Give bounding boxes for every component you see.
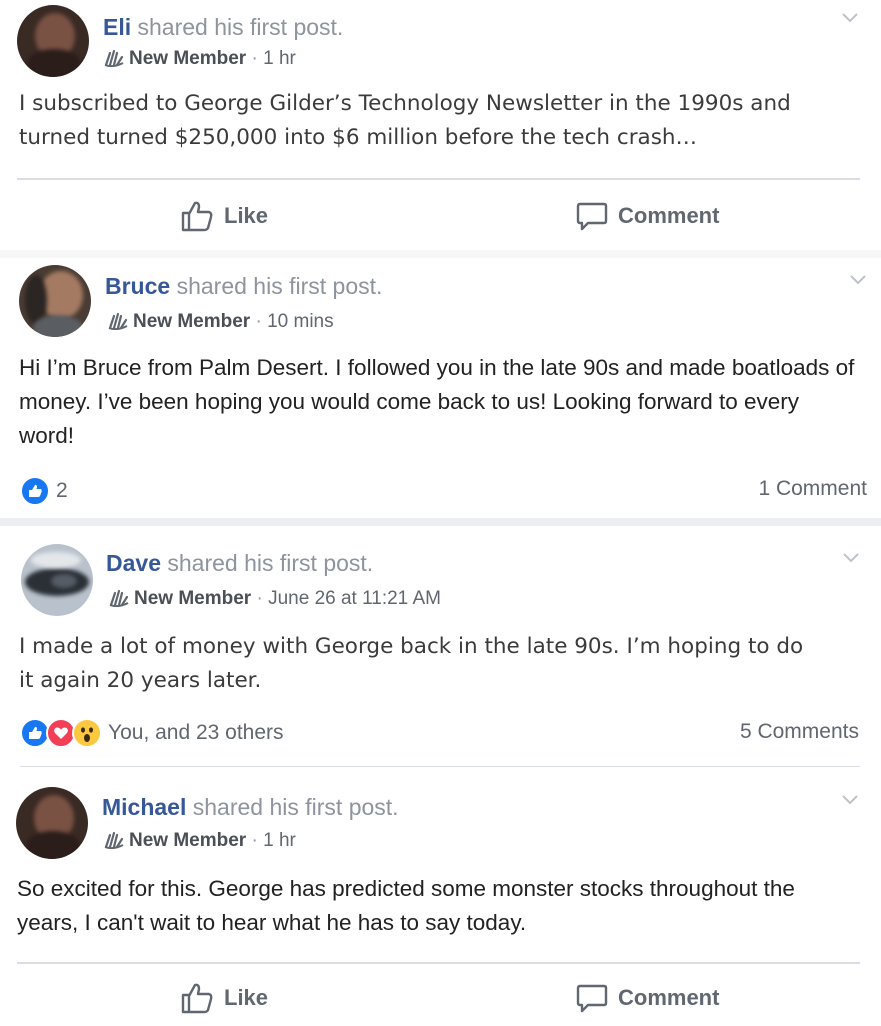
member-badge: New Member bbox=[129, 48, 247, 69]
like-button[interactable]: Like bbox=[180, 200, 268, 232]
comment-label: Comment bbox=[618, 985, 720, 1010]
post-meta: New Member · 1 hr bbox=[102, 47, 296, 70]
avatar[interactable] bbox=[17, 5, 89, 77]
post-header: Eli shared his first post. bbox=[103, 14, 343, 41]
separator: · bbox=[255, 311, 262, 332]
post-meta: New Member · 1 hr bbox=[102, 829, 296, 852]
reaction-summary[interactable]: 2 bbox=[20, 476, 68, 506]
post-header: Dave shared his first post. bbox=[106, 550, 373, 577]
comment-button[interactable]: Comment bbox=[576, 982, 719, 1014]
comment-icon bbox=[576, 984, 608, 1013]
chevron-down-icon[interactable] bbox=[842, 552, 860, 564]
chevron-down-icon[interactable] bbox=[849, 274, 867, 286]
post-text: So excited for this. George has predicte… bbox=[17, 876, 795, 935]
action-text: shared his first post. bbox=[137, 14, 344, 40]
author-name[interactable]: Eli bbox=[103, 14, 131, 40]
post-gap bbox=[0, 250, 881, 258]
action-text: shared his first post. bbox=[176, 273, 383, 299]
author-name[interactable]: Dave bbox=[106, 550, 161, 576]
divider bbox=[20, 766, 860, 767]
post-gap bbox=[0, 518, 881, 526]
comment-button[interactable]: Comment bbox=[576, 200, 719, 232]
divider bbox=[17, 178, 860, 180]
post-header: Bruce shared his first post. bbox=[105, 273, 382, 300]
like-reaction-icon bbox=[20, 476, 50, 506]
like-label: Like bbox=[224, 985, 269, 1010]
post-michael: Michael shared his first post. New Membe… bbox=[0, 770, 881, 1026]
post-bruce: Bruce shared his first post. New Member … bbox=[0, 258, 881, 520]
post-text: I made a lot of money with George back i… bbox=[19, 634, 804, 693]
chevron-down-icon[interactable] bbox=[841, 794, 859, 806]
separator: · bbox=[251, 830, 258, 851]
reaction-count: 2 bbox=[56, 479, 68, 502]
member-badge: New Member bbox=[133, 311, 251, 332]
member-badge: New Member bbox=[129, 830, 247, 851]
divider bbox=[17, 962, 860, 964]
wave-icon bbox=[109, 589, 129, 607]
timestamp[interactable]: 10 mins bbox=[267, 311, 334, 332]
timestamp[interactable]: June 26 at 11:21 AM bbox=[268, 588, 441, 609]
wave-icon bbox=[104, 49, 124, 67]
comments-count[interactable]: 5 Comments bbox=[740, 720, 859, 744]
reaction-summary[interactable]: You, and 23 others bbox=[20, 718, 284, 748]
comments-count[interactable]: 1 Comment bbox=[758, 477, 867, 501]
action-text: shared his first post. bbox=[167, 550, 374, 576]
comment-icon bbox=[576, 202, 608, 231]
thumbs-up-icon bbox=[181, 983, 213, 1014]
post-meta: New Member · 10 mins bbox=[106, 310, 334, 333]
separator: · bbox=[256, 588, 263, 609]
post-meta: New Member · June 26 at 11:21 AM bbox=[107, 587, 441, 610]
action-text: shared his first post. bbox=[192, 794, 399, 820]
author-name[interactable]: Bruce bbox=[105, 273, 170, 299]
avatar[interactable] bbox=[21, 544, 93, 616]
author-name[interactable]: Michael bbox=[102, 794, 186, 820]
reaction-text: You, and 23 others bbox=[108, 721, 284, 744]
chevron-down-icon[interactable] bbox=[841, 12, 859, 24]
separator: · bbox=[251, 48, 258, 69]
timestamp[interactable]: 1 hr bbox=[263, 830, 296, 851]
wave-icon bbox=[108, 312, 128, 330]
post-eli: Eli shared his first post. New Member · … bbox=[0, 0, 881, 252]
timestamp[interactable]: 1 hr bbox=[263, 48, 296, 69]
avatar[interactable] bbox=[19, 265, 91, 337]
thumbs-up-icon bbox=[181, 201, 213, 232]
like-button[interactable]: Like bbox=[180, 982, 268, 1014]
like-label: Like bbox=[224, 203, 269, 228]
post-header: Michael shared his first post. bbox=[102, 794, 399, 821]
post-text: I subscribed to George Gilder’s Technolo… bbox=[19, 91, 791, 150]
wow-reaction-icon bbox=[72, 718, 102, 748]
post-dave: Dave shared his first post. New Member ·… bbox=[0, 526, 881, 766]
member-badge: New Member bbox=[134, 588, 252, 609]
avatar[interactable] bbox=[16, 787, 88, 859]
wave-icon bbox=[104, 831, 124, 849]
post-text: Hi I’m Bruce from Palm Desert. I followe… bbox=[19, 355, 855, 448]
comment-label: Comment bbox=[618, 203, 720, 228]
